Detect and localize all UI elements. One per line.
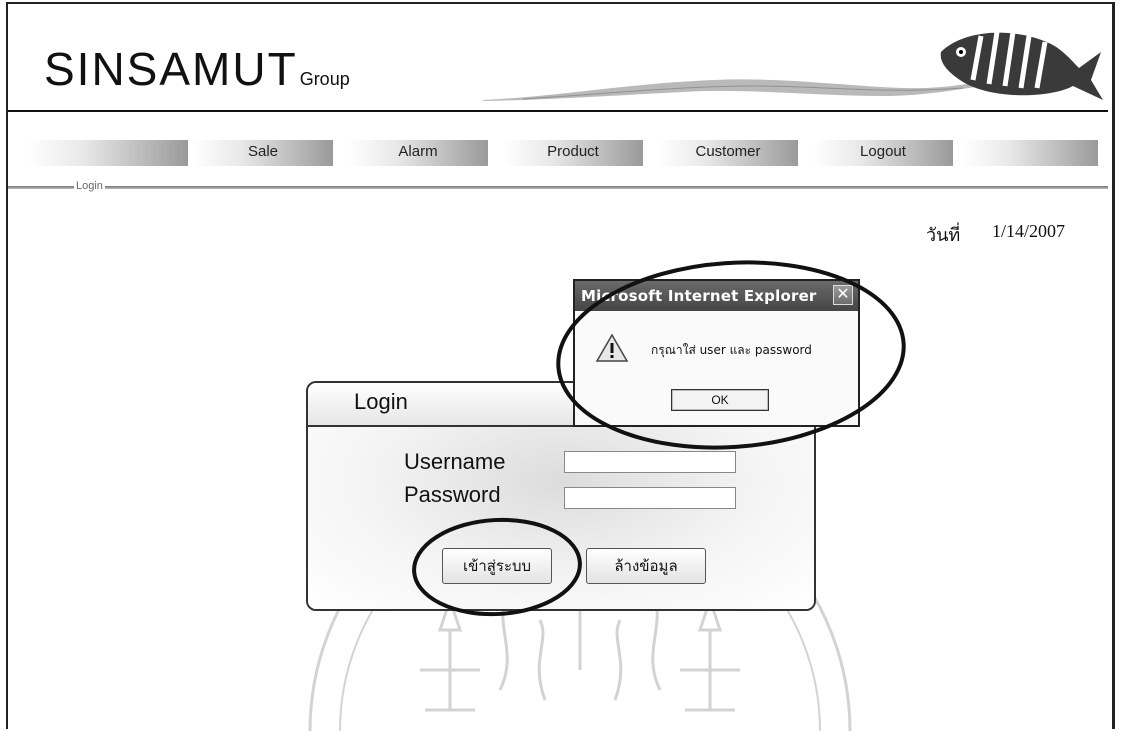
nav-item-alarm[interactable]: Alarm (348, 140, 488, 166)
main-nav: Sale Alarm Product Customer Logout (8, 140, 1108, 170)
dialog-titlebar: Microsoft Internet Explorer ✕ (575, 281, 858, 311)
nav-item-label: Alarm (398, 143, 438, 160)
brand-sub: Group (299, 69, 350, 89)
login-submit-button[interactable]: เข้าสู่ระบบ (442, 548, 552, 584)
header-banner: SINSAMUT Group (8, 4, 1108, 112)
nav-item-label: Product (547, 143, 599, 160)
username-input[interactable] (564, 451, 736, 473)
dialog-title: Microsoft Internet Explorer (581, 287, 817, 305)
dialog-ok-button[interactable]: OK (671, 389, 769, 411)
password-input[interactable] (564, 487, 736, 509)
nav-item-sale[interactable]: Sale (193, 140, 333, 166)
brand-name: SINSAMUT (44, 43, 298, 95)
nav-item-customer[interactable]: Customer (658, 140, 798, 166)
wave-decoration (483, 79, 983, 101)
nav-item-product[interactable]: Product (503, 140, 643, 166)
close-icon[interactable]: ✕ (833, 285, 853, 305)
nav-item-label: Customer (695, 143, 761, 160)
breadcrumb: Login (74, 180, 105, 192)
password-label: Password (404, 482, 501, 507)
nav-item-blank-right (963, 140, 1098, 166)
login-title: Login (354, 389, 408, 414)
nav-divider (8, 186, 1108, 189)
warning-icon (595, 333, 629, 362)
dialog-message: กรุณาใส่ user และ password (651, 343, 812, 357)
fish-logo-icon (940, 31, 1103, 100)
brand-logo-text: SINSAMUT Group (44, 42, 350, 96)
nav-item-label: Sale (247, 143, 279, 160)
nav-item-label: Logout (860, 143, 906, 160)
nav-item-blank-left (28, 140, 188, 166)
username-label: Username (404, 449, 506, 474)
alert-dialog: Microsoft Internet Explorer ✕ กรุณาใส่ u… (573, 279, 860, 427)
login-body: Username Password เข้าสู่ระบบ ล้างข้อมูล (308, 427, 814, 609)
clear-button[interactable]: ล้างข้อมูล (586, 548, 706, 584)
date-value: 1/14/2007 (992, 221, 1066, 241)
date-label: วันที่ (926, 225, 961, 246)
nav-item-logout[interactable]: Logout (813, 140, 953, 166)
